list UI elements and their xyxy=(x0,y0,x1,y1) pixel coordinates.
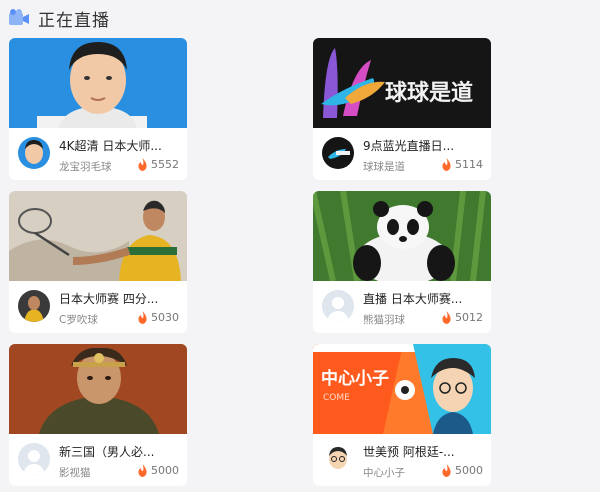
banner-title: 中心小子 xyxy=(321,368,389,389)
streamer-avatar[interactable] xyxy=(322,137,354,169)
popularity-value: 5552 xyxy=(151,158,179,171)
popularity-value: 5000 xyxy=(455,464,483,477)
streamer-name[interactable]: C罗吹球 xyxy=(59,312,129,327)
popularity-value: 5030 xyxy=(151,311,179,324)
streamer-name[interactable]: 影视猫 xyxy=(59,465,129,480)
live-title[interactable]: 世美预 阿根廷-... xyxy=(363,443,483,460)
flame-icon xyxy=(442,158,451,171)
live-card[interactable]: 直播 日本大师赛... 熊猫羽球 5012 xyxy=(313,191,491,333)
popularity-count: 5114 xyxy=(441,158,483,171)
streamer-avatar[interactable] xyxy=(18,290,50,322)
streamer-avatar[interactable] xyxy=(322,290,354,322)
live-thumbnail[interactable]: 中心小子 COME xyxy=(313,344,491,434)
streamer-name[interactable]: 龙宝羽毛球 xyxy=(59,159,129,174)
live-card[interactable]: 球球是道 9点蓝光直播日... 球球是道 5114 xyxy=(313,38,491,180)
camera-icon xyxy=(9,9,29,25)
flame-icon xyxy=(138,158,147,171)
live-card[interactable]: 4K超清 日本大师... 龙宝羽毛球 5552 xyxy=(9,38,187,180)
live-card[interactable]: 中心小子 COME 世美预 阿根廷-... 中心小子 5000 xyxy=(313,344,491,486)
live-title[interactable]: 9点蓝光直播日... xyxy=(363,137,483,154)
popularity-value: 5114 xyxy=(455,158,483,171)
live-title[interactable]: 直播 日本大师赛... xyxy=(363,290,483,307)
flame-icon xyxy=(138,311,147,324)
live-thumbnail[interactable] xyxy=(9,191,187,281)
streamer-name[interactable]: 中心小子 xyxy=(363,465,433,480)
live-card[interactable]: 新三国（男人必... 影视猫 5000 xyxy=(9,344,187,486)
streamer-name[interactable]: 球球是道 xyxy=(363,159,433,174)
popularity-count: 5552 xyxy=(137,158,179,171)
flame-icon xyxy=(442,311,451,324)
streamer-avatar[interactable] xyxy=(322,443,354,475)
live-title[interactable]: 日本大师赛 四分... xyxy=(59,290,179,307)
popularity-count: 5000 xyxy=(441,464,483,477)
channel-logo-text: 球球是道 xyxy=(385,80,473,106)
live-card[interactable]: 日本大师赛 四分... C罗吹球 5030 xyxy=(9,191,187,333)
section-header: 正在直播 xyxy=(8,6,110,31)
popularity-count: 5030 xyxy=(137,311,179,324)
streamer-avatar[interactable] xyxy=(18,137,50,169)
live-title[interactable]: 新三国（男人必... xyxy=(59,443,179,460)
section-title: 正在直播 xyxy=(38,10,110,31)
popularity-value: 5000 xyxy=(151,464,179,477)
live-thumbnail[interactable] xyxy=(9,38,187,128)
popularity-count: 5012 xyxy=(441,311,483,324)
flame-icon xyxy=(442,464,451,477)
streamer-name[interactable]: 熊猫羽球 xyxy=(363,312,433,327)
live-thumbnail[interactable]: 球球是道 xyxy=(313,38,491,128)
streamer-avatar[interactable] xyxy=(18,443,50,475)
popularity-value: 5012 xyxy=(455,311,483,324)
flame-icon xyxy=(138,464,147,477)
live-thumbnail[interactable] xyxy=(313,191,491,281)
banner-subtitle: COME xyxy=(323,393,350,403)
live-title[interactable]: 4K超清 日本大师... xyxy=(59,137,179,154)
live-thumbnail[interactable] xyxy=(9,344,187,434)
popularity-count: 5000 xyxy=(137,464,179,477)
